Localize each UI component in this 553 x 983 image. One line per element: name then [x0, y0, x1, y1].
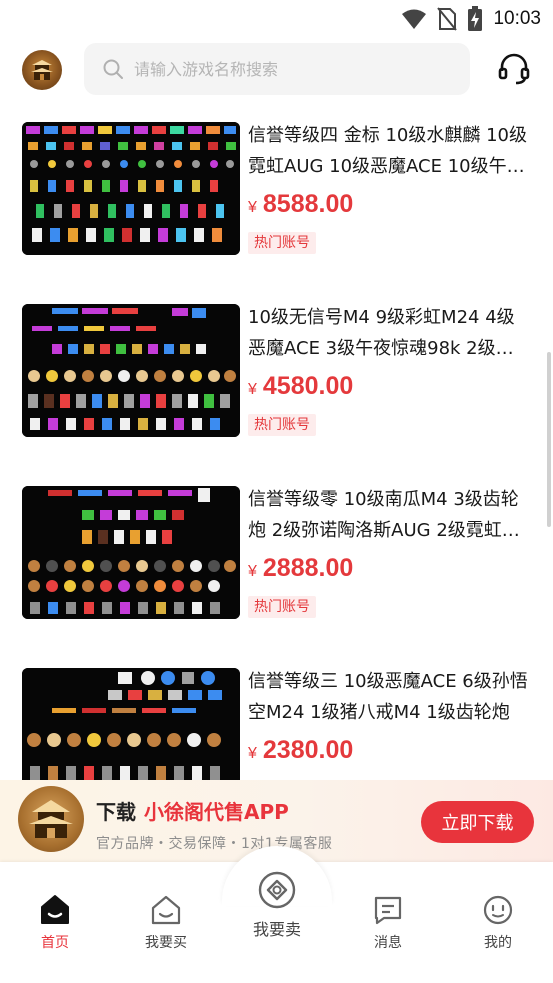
no-sim-icon [437, 7, 458, 31]
listing-thumbnail [22, 486, 240, 619]
headset-icon[interactable] [497, 52, 531, 86]
listing-card[interactable]: 10级无信号M4 9级彩虹M24 4级恶魔ACE 3级午夜惊魂98k 2级齿轮炮… [22, 286, 542, 437]
listing-card[interactable]: 信誉等级四 金标 10级水麒麟 10级霓虹AUG 10级恶魔ACE 10级午夜惊… [22, 104, 542, 255]
pagoda-icon [29, 800, 73, 838]
listing-tag: 热门账号 [248, 232, 316, 254]
listing-price: ¥4580.00 [248, 372, 354, 400]
listing-title: 10级无信号M4 9级彩虹M24 4级恶魔ACE 3级午夜惊魂98k 2级齿轮炮 [248, 307, 515, 359]
app-logo[interactable] [22, 50, 62, 90]
listing-price: ¥2888.00 [248, 554, 354, 582]
search-input[interactable] [134, 59, 454, 79]
header [0, 38, 553, 100]
listing-list: 信誉等级四 金标 10级水麒麟 10级霓虹AUG 10级恶魔ACE 10级午夜惊… [0, 104, 553, 784]
home-icon [41, 895, 69, 924]
status-bar: 10:03 [0, 0, 553, 38]
listing-thumbnail [22, 122, 240, 255]
wifi-icon [402, 9, 427, 29]
nav-profile[interactable]: 我的 [463, 894, 533, 952]
banner-title: 下载 小徐阁代售APP [96, 800, 289, 824]
scrollbar[interactable] [547, 352, 551, 527]
nav-messages[interactable]: 消息 [353, 894, 423, 952]
download-now-button[interactable]: 立即下载 [421, 801, 534, 843]
listing-tag: 热门账号 [248, 414, 316, 436]
sell-icon [258, 871, 296, 909]
listing-thumbnail [22, 668, 240, 784]
banner-logo [18, 786, 84, 852]
listing-price: ¥2380.00 [248, 736, 354, 764]
nav-label: 我要买 [145, 935, 187, 951]
listing-title: 信誉等级四 金标 10级水麒麟 10级霓虹AUG 10级恶魔ACE 10级午夜惊… [248, 125, 527, 177]
nav-sell[interactable]: 我要卖 [242, 870, 312, 940]
nav-home[interactable]: 首页 [20, 894, 90, 952]
nav-label: 我要卖 [252, 920, 301, 939]
listing-price: ¥8588.00 [248, 190, 354, 218]
nav-label: 首页 [41, 935, 69, 951]
message-icon [374, 896, 402, 925]
listing-card[interactable]: 信誉等级零 10级南瓜M4 3级齿轮炮 2级弥诺陶洛斯AUG 2级霓虹M24 ¥… [22, 468, 542, 619]
status-time: 10:03 [493, 8, 541, 29]
battery-charging-icon [468, 6, 483, 31]
status-icons: 10:03 [401, 6, 541, 32]
listing-thumbnail [22, 304, 240, 437]
profile-icon [483, 895, 513, 925]
listing-title: 信誉等级三 10级恶魔ACE 6级孙悟空M24 1级猪八戒M4 1级齿轮炮 [248, 671, 528, 723]
nav-label: 消息 [374, 935, 402, 951]
listing-tag: 热门账号 [248, 596, 316, 618]
nav-buy[interactable]: 我要买 [131, 894, 201, 952]
buy-icon [151, 895, 181, 925]
listing-card[interactable]: 信誉等级三 10级恶魔ACE 6级孙悟空M24 1级猪八戒M4 1级齿轮炮 ¥2… [22, 650, 542, 784]
search-bar[interactable] [84, 43, 470, 95]
listing-title: 信誉等级零 10级南瓜M4 3级齿轮炮 2级弥诺陶洛斯AUG 2级霓虹M24 [248, 489, 519, 541]
search-icon [103, 59, 123, 79]
pagoda-icon [31, 60, 53, 80]
nav-label: 我的 [484, 935, 512, 951]
